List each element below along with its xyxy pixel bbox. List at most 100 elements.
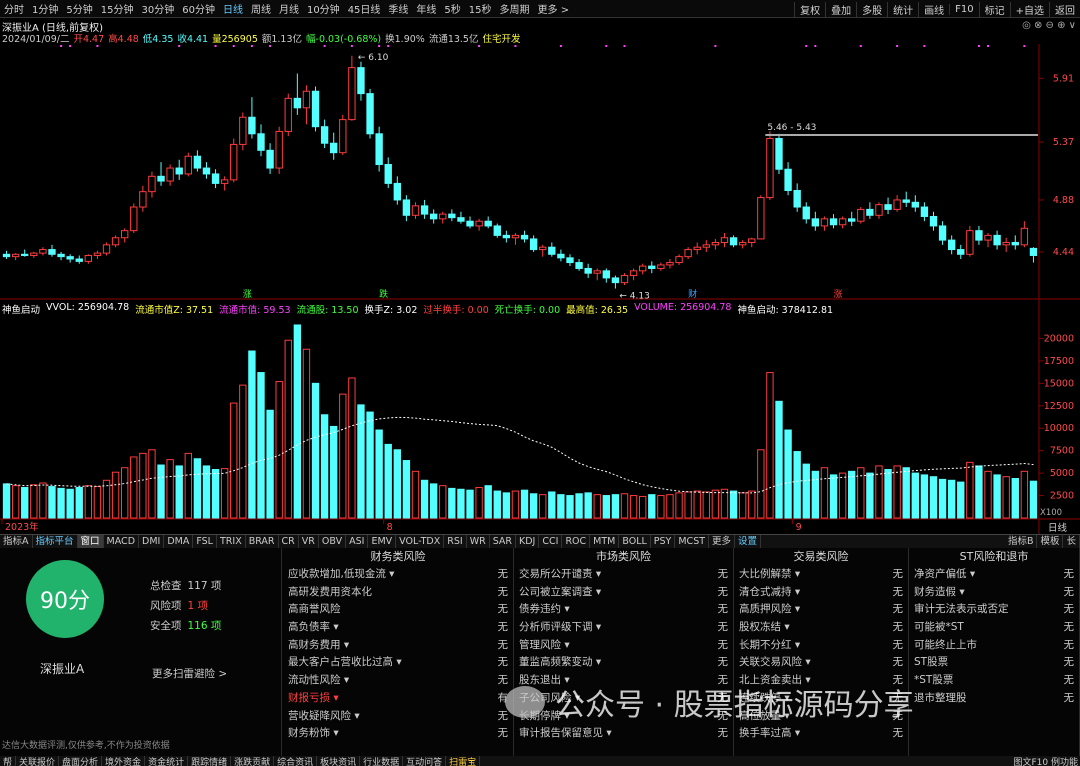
- bottom-tab[interactable]: 境外资金: [102, 756, 146, 766]
- indicator-tab[interactable]: OBV: [319, 535, 347, 548]
- indicator-tab[interactable]: FSL: [193, 535, 217, 548]
- indicator-tab[interactable]: MCST: [675, 535, 710, 548]
- indicator-tab[interactable]: CR: [279, 535, 299, 548]
- indicator-tab[interactable]: DMA: [164, 535, 194, 548]
- risk-item-status: 无: [1063, 621, 1075, 634]
- risk-item[interactable]: 股权冻结 ▾ 无: [734, 619, 908, 637]
- risk-item[interactable]: *ST股票 无: [909, 672, 1079, 690]
- indicator-tab[interactable]: VR: [299, 535, 319, 548]
- risk-item[interactable]: ST股票 无: [909, 654, 1079, 672]
- indicator-tab[interactable]: 窗口: [77, 535, 104, 548]
- indicator-tab[interactable]: ROC: [562, 535, 591, 548]
- risk-item-status: 无: [717, 656, 729, 669]
- indicator-tab[interactable]: EMV: [368, 535, 397, 548]
- volume-bar: [330, 425, 338, 519]
- risk-item[interactable]: 大比例解禁 ▾ 无: [734, 566, 908, 584]
- risk-item[interactable]: 高财务费用 ▾ 无: [283, 637, 513, 655]
- risk-item[interactable]: 审计报告保留意见 ▾ 无: [514, 725, 733, 743]
- bottom-tab[interactable]: 板块资讯: [317, 756, 361, 766]
- risk-item[interactable]: 北上资金卖出 ▾ 无: [734, 672, 908, 690]
- bottom-tab[interactable]: 涨跌贡献: [231, 756, 275, 766]
- more-scan-link[interactable]: 更多扫雷避险 >: [152, 666, 227, 681]
- bottom-tab[interactable]: 行业数据: [360, 756, 404, 766]
- risk-item[interactable]: 管理风险 ▾ 无: [514, 637, 733, 655]
- indicator-tab[interactable]: SAR: [490, 535, 517, 548]
- bottom-tab[interactable]: 盘面分析: [59, 756, 103, 766]
- risk-item[interactable]: 公司被立案调查 ▾ 无: [514, 584, 733, 602]
- candle-body: [320, 126, 329, 144]
- risk-item[interactable]: 营收疑降风险 ▾ 无: [283, 708, 513, 726]
- risk-item[interactable]: 应收款增加,低现金流 ▾ 无: [283, 566, 513, 584]
- indicator-tab[interactable]: MACD: [104, 535, 140, 548]
- risk-item[interactable]: 交易所公开谴责 ▾ 无: [514, 566, 733, 584]
- risk-item[interactable]: 长期停牌 ▾ 无: [514, 708, 733, 726]
- volume-bar: [738, 492, 747, 519]
- risk-item[interactable]: 财务粉饰 ▾ 无: [283, 725, 513, 743]
- risk-item[interactable]: 财报亏损 ▾ 有: [283, 690, 513, 708]
- indicator-tab[interactable]: RSI: [444, 535, 467, 548]
- risk-item[interactable]: 股东退出 ▾ 无: [514, 672, 733, 690]
- risk-item[interactable]: 退市整理股 无: [909, 690, 1079, 708]
- indicator-tab[interactable]: ASI: [346, 535, 369, 548]
- score-stock-name: 深振业A: [40, 662, 85, 676]
- candle-body: [357, 67, 365, 95]
- bottom-tab[interactable]: 扫雷宝: [446, 756, 481, 766]
- risk-item[interactable]: 财务造假 ▾ 无: [909, 584, 1079, 602]
- risk-item[interactable]: 分析师评级下调 ▾ 无: [514, 619, 733, 637]
- volume-bar: [684, 491, 692, 519]
- risk-item[interactable]: 可能终止上市 无: [909, 637, 1079, 655]
- risk-item[interactable]: [909, 708, 1079, 726]
- volume-bar: [457, 488, 465, 519]
- indicator-qidong: 神鱼启动: 378412.81: [737, 305, 834, 316]
- risk-item[interactable]: 换手率过高 ▾ 无: [734, 725, 908, 743]
- bottom-tab[interactable]: 关联报价: [16, 756, 60, 766]
- risk-item[interactable]: 长期不分红 ▾ 无: [734, 637, 908, 655]
- indicator-tab[interactable]: PSY: [651, 535, 676, 548]
- indicator-tab-right[interactable]: 指标B: [1005, 535, 1038, 548]
- bottom-tab[interactable]: 帮: [0, 756, 17, 766]
- bottom-tab[interactable]: 互动问答: [403, 756, 447, 766]
- risk-item[interactable]: [909, 725, 1079, 743]
- risk-item[interactable]: 债券违约 ▾ 无: [514, 601, 733, 619]
- indicator-tab[interactable]: BRAR: [246, 535, 279, 548]
- risk-item[interactable]: 子公司风险 ▾ 无: [514, 690, 733, 708]
- volume-bar: [257, 372, 265, 519]
- risk-item[interactable]: 高质押风险 ▾ 无: [734, 601, 908, 619]
- indicator-tab[interactable]: CCI: [539, 535, 563, 548]
- indicator-tab[interactable]: 指标A: [0, 535, 33, 548]
- risk-item[interactable]: 高位放量 ▾ 无: [734, 708, 908, 726]
- indicator-tab[interactable]: KDJ: [516, 535, 540, 548]
- indicator-tab[interactable]: WR: [467, 535, 490, 548]
- volume-bar: [748, 490, 756, 519]
- indicator-tab[interactable]: BOLL: [619, 535, 651, 548]
- risk-item[interactable]: 清仓式减持 ▾ 无: [734, 584, 908, 602]
- bottom-tab[interactable]: 资金统计: [145, 756, 189, 766]
- bottom-tab[interactable]: 综合资讯: [274, 756, 318, 766]
- risk-item[interactable]: 高负债率 ▾ 无: [283, 619, 513, 637]
- risk-item-label: 大比例解禁 ▾: [739, 568, 801, 580]
- indicator-tab[interactable]: 设置: [735, 535, 762, 548]
- indicator-tab-right[interactable]: 模板: [1037, 535, 1064, 548]
- risk-item[interactable]: 净资产偏低 ▾ 无: [909, 566, 1079, 584]
- risk-item[interactable]: 审计无法表示或否定 无: [909, 601, 1079, 619]
- risk-item[interactable]: 可能被*ST 无: [909, 619, 1079, 637]
- risk-item[interactable]: 高研发费用资本化 无: [283, 584, 513, 602]
- candle-body: [66, 256, 74, 260]
- indicator-tab-right[interactable]: 长: [1063, 535, 1080, 548]
- signal-dot: [605, 45, 608, 47]
- risk-item[interactable]: 董监高频繁变动 ▾ 无: [514, 654, 733, 672]
- indicator-tab[interactable]: MTM: [590, 535, 620, 548]
- indicator-tab[interactable]: VOL-TDX: [396, 535, 445, 548]
- risk-item[interactable]: 最大客户占营收比过高 ▾ 无: [283, 654, 513, 672]
- bottom-tab[interactable]: 跟踪情绪: [188, 756, 232, 766]
- risk-item[interactable]: 连续跌停 ▾ 无: [734, 690, 908, 708]
- risk-item[interactable]: 高商誉风险 无: [283, 601, 513, 619]
- indicator-tab[interactable]: 指标平台: [33, 535, 78, 548]
- indicator-tab[interactable]: DMI: [139, 535, 165, 548]
- kline-chart[interactable]: 5.91 5.37 4.88 4.44 20000 17500 15000 12500 1000…: [0, 0, 1080, 534]
- indicator-tab[interactable]: 更多: [709, 535, 736, 548]
- indicator-tab[interactable]: TRIX: [217, 535, 246, 548]
- volume-bar: [902, 467, 910, 519]
- risk-item[interactable]: 关联交易风险 ▾ 无: [734, 654, 908, 672]
- risk-item[interactable]: 流动性风险 ▾ 无: [283, 672, 513, 690]
